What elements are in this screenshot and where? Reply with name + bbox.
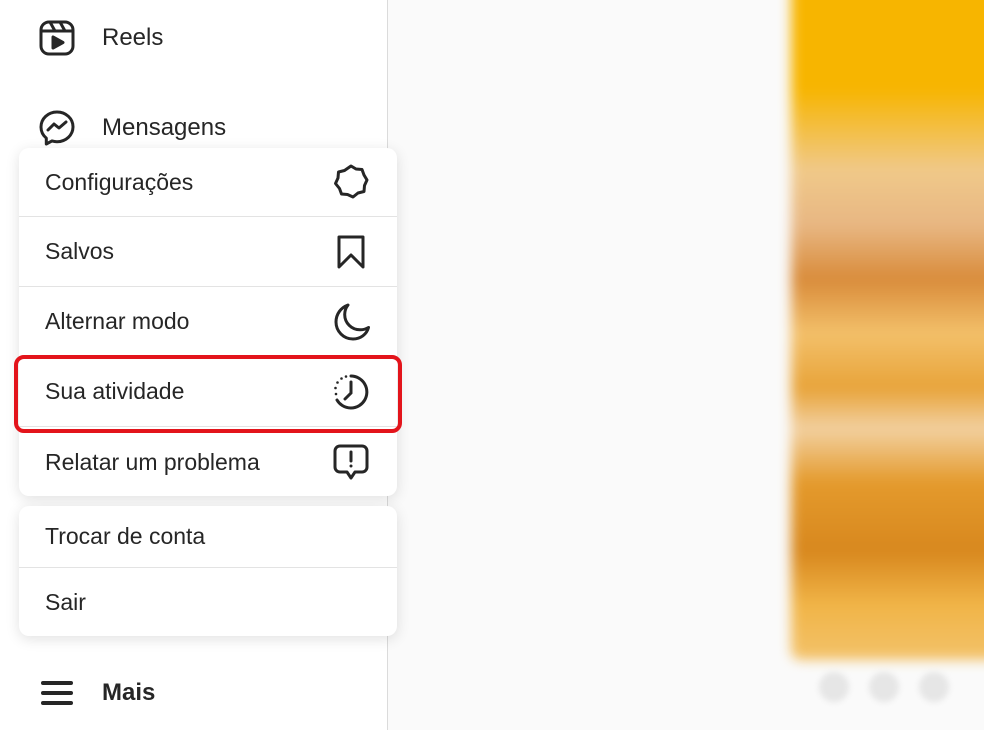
sidebar-item-messages[interactable]: Mensagens — [36, 104, 226, 152]
reels-icon — [36, 17, 78, 59]
menu-item-label: Alternar modo — [45, 308, 190, 334]
menu-item-settings[interactable]: Configurações — [19, 148, 397, 217]
account-menu: Trocar de conta Sair — [19, 506, 397, 636]
menu-item-label: Trocar de conta — [45, 523, 206, 549]
menu-item-label: Configurações — [45, 168, 194, 195]
sidebar-item-more[interactable]: Mais — [36, 669, 155, 717]
messenger-icon — [36, 107, 78, 149]
menu-item-label: Sua atividade — [45, 378, 185, 404]
menu-item-logout[interactable]: Sair — [19, 568, 397, 636]
menu-icon — [36, 672, 78, 714]
menu-item-label: Salvos — [45, 238, 115, 264]
sidebar-item-label: Mensagens — [102, 114, 227, 141]
menu-item-label: Sair — [45, 588, 86, 615]
more-menu: Configurações Salvos Alternar modo Sua a… — [19, 148, 397, 496]
menu-item-toggle-mode[interactable]: Alternar modo — [19, 287, 397, 357]
comment-icon[interactable] — [869, 672, 899, 702]
like-icon[interactable] — [819, 672, 849, 702]
post-actions — [819, 672, 949, 702]
menu-item-saved[interactable]: Salvos — [19, 217, 397, 287]
sidebar-item-reels[interactable]: Reels — [36, 14, 163, 62]
menu-item-label: Relatar um problema — [45, 448, 260, 475]
activity-icon — [331, 372, 371, 412]
feed-area — [389, 0, 984, 730]
sidebar-item-label: Mais — [102, 679, 156, 706]
menu-item-switch-account[interactable]: Trocar de conta — [19, 506, 397, 568]
bookmark-icon — [331, 232, 371, 272]
menu-item-report-problem[interactable]: Relatar um problema — [19, 427, 397, 496]
sidebar-item-label: Reels — [102, 24, 164, 51]
menu-item-your-activity[interactable]: Sua atividade — [19, 357, 397, 427]
settings-icon — [331, 162, 371, 202]
post-image — [791, 0, 984, 660]
report-icon — [331, 442, 371, 482]
moon-icon — [331, 302, 371, 342]
share-icon[interactable] — [919, 672, 949, 702]
